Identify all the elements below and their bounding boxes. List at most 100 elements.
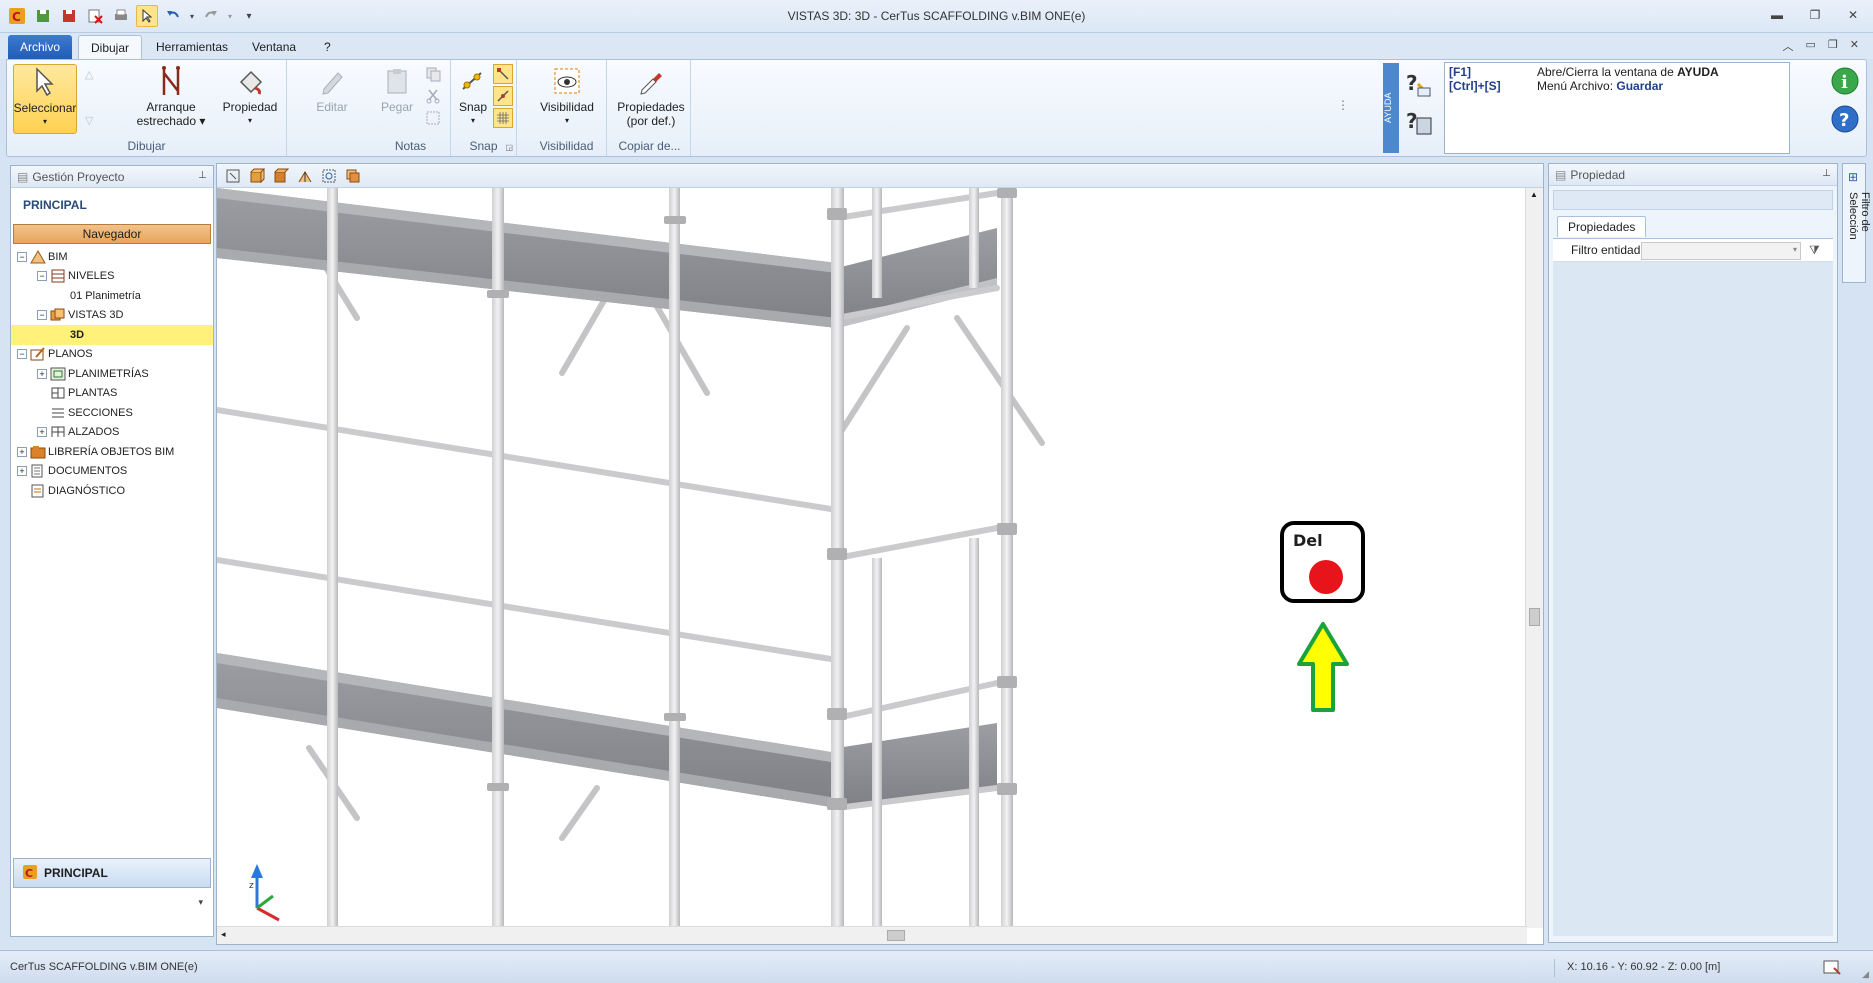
status-app-name: CerTus SCAFFOLDING v.BIM ONE(e): [10, 961, 198, 973]
resize-grip-icon[interactable]: ◢: [1862, 969, 1869, 980]
collapse-icon[interactable]: −: [17, 251, 27, 262]
pegar-button[interactable]: Pegar: [375, 64, 419, 114]
selection-filter-side-tab[interactable]: ⊞ Filtro de Selección: [1842, 163, 1871, 283]
view-fit-icon[interactable]: [223, 166, 243, 186]
expand-icon[interactable]: +: [17, 446, 27, 457]
principal-section-button[interactable]: C PRINCIPAL: [13, 858, 211, 888]
tree-item-documentos[interactable]: + DOCUMENTOS: [11, 462, 213, 482]
group-label-visibilidad: Visibilidad: [539, 139, 594, 153]
tab-archivo[interactable]: Archivo: [8, 35, 73, 59]
group-snap: Snap ▾ Snap ◲: [451, 60, 517, 156]
documents-icon: [30, 463, 46, 479]
entity-filter-select[interactable]: ▾: [1641, 242, 1801, 260]
snap-button[interactable]: Snap ▾: [455, 64, 491, 128]
ribbon-collapse-icon[interactable]: ︿: [1783, 38, 1794, 54]
library-icon: [30, 444, 46, 460]
title-bar: C ▾ ▾ ▾ VISTAS 3D: 3D - CerTus SCAFFOLDI…: [0, 0, 1873, 33]
group-label-copiar: Copiar de...: [618, 139, 681, 153]
mdi-close-icon[interactable]: ✕: [1850, 38, 1859, 54]
scroll-up-icon[interactable]: △: [85, 68, 93, 81]
svg-text:C: C: [25, 867, 33, 880]
view-section-icon[interactable]: [295, 166, 315, 186]
mdi-restore-icon[interactable]: ❐: [1828, 38, 1838, 54]
pin-icon[interactable]: ⊥: [198, 170, 207, 181]
edit-icon: [315, 64, 349, 98]
snap-dialog-launcher-icon[interactable]: ◲: [505, 143, 513, 152]
more-options-icon[interactable]: ▾: [198, 897, 203, 908]
tab-dibujar[interactable]: Dibujar: [78, 35, 143, 59]
seleccionar-button[interactable]: Seleccionar ▾: [13, 64, 77, 134]
arranque-estrechado-button[interactable]: Arranque estrechado ▾: [127, 64, 215, 128]
viewport-horizontal-scrollbar[interactable]: ◂: [217, 926, 1527, 944]
project-panel-icon: ▤: [17, 169, 29, 184]
collapse-icon[interactable]: −: [17, 349, 27, 360]
snap-midpoint-icon[interactable]: [493, 86, 513, 106]
eyedropper-icon: [634, 64, 668, 98]
propiedades-por-def-button[interactable]: Propiedades (por def.): [613, 64, 689, 128]
tree-item-vistas-3d[interactable]: − VISTAS 3D: [11, 306, 213, 326]
help-search-icon[interactable]: ?: [1404, 70, 1434, 100]
navigator-header[interactable]: Navegador: [13, 224, 211, 244]
scroll-up-arrow-icon[interactable]: ▲: [1530, 190, 1538, 199]
snap-grid-icon[interactable]: [493, 108, 513, 128]
tab-ventana[interactable]: Ventana: [240, 35, 308, 59]
visibilidad-button[interactable]: Visibilidad ▾: [533, 64, 601, 128]
help-docs-icon[interactable]: ?: [1404, 108, 1434, 138]
tab-help[interactable]: ?: [312, 35, 343, 59]
viewport-toolbar: [217, 164, 1543, 188]
tree-item-alzados[interactable]: + ALZADOS: [11, 423, 213, 443]
vertical-scroll-thumb[interactable]: [1529, 608, 1540, 626]
filter-icon[interactable]: ⧩: [1809, 243, 1820, 258]
copy-format-icon[interactable]: [423, 108, 443, 128]
tree-item-planimetrias[interactable]: + PLANIMETRÍAS: [11, 364, 213, 384]
propiedad-button[interactable]: Propiedad ▾: [217, 64, 283, 128]
expand-icon[interactable]: +: [37, 368, 47, 379]
view-layers-icon[interactable]: [343, 166, 363, 186]
scroll-left-arrow-icon[interactable]: ◂: [221, 929, 226, 940]
window-title: VISTAS 3D: 3D - CerTus SCAFFOLDING v.BIM…: [787, 9, 1086, 23]
status-settings-icon[interactable]: [1822, 958, 1842, 978]
collapse-icon[interactable]: −: [37, 271, 47, 282]
view-render-icon[interactable]: [271, 166, 291, 186]
ayuda-side-tab[interactable]: AYUDA: [1383, 63, 1399, 153]
view-zoom-window-icon[interactable]: [319, 166, 339, 186]
tab-propiedades[interactable]: Propiedades: [1557, 216, 1647, 237]
expand-icon[interactable]: +: [37, 427, 47, 438]
close-icon[interactable]: ✕: [1843, 6, 1863, 24]
project-manager-panel: ▤ Gestión Proyecto ⊥ PRINCIPAL Navegador…: [10, 165, 214, 937]
ribbon-grip-icon[interactable]: ⋮: [1337, 98, 1349, 112]
restore-icon[interactable]: ❐: [1805, 6, 1825, 24]
info-icon[interactable]: i: [1830, 66, 1860, 96]
tree-item-3d[interactable]: 3D: [11, 325, 213, 345]
tree-item-plantas[interactable]: PLANTAS: [11, 384, 213, 404]
view-solid-icon[interactable]: [247, 166, 267, 186]
editar-button[interactable]: Editar: [301, 64, 363, 114]
scaffold-start-icon: [154, 64, 188, 98]
pin-icon[interactable]: ⊥: [1822, 168, 1831, 179]
tree-item-planimetria[interactable]: 01 Planimetría: [11, 286, 213, 306]
viewport-vertical-scrollbar[interactable]: ▲: [1525, 188, 1543, 928]
collapse-icon[interactable]: −: [37, 310, 47, 321]
cut-icon[interactable]: [423, 86, 443, 106]
tree-item-libreria[interactable]: + LIBRERÍA OBJETOS BIM: [11, 442, 213, 462]
help-question-icon[interactable]: ?: [1830, 104, 1860, 134]
tree-item-secciones[interactable]: SECCIONES: [11, 403, 213, 423]
planimetry-icon: [50, 366, 66, 382]
entity-filter-row: Filtro entidad ▾ ⧩: [1553, 238, 1833, 262]
minimize-icon[interactable]: ▬: [1767, 6, 1787, 24]
property-panel-icon: ▤: [1555, 167, 1567, 182]
expand-icon[interactable]: +: [17, 466, 27, 477]
tree-item-niveles[interactable]: − NIVELES: [11, 267, 213, 287]
horizontal-scroll-thumb[interactable]: [887, 930, 905, 941]
tree-item-diagnostico[interactable]: DIAGNÓSTICO: [11, 481, 213, 501]
scroll-down-icon[interactable]: ▽: [85, 114, 93, 127]
copy-icon[interactable]: [423, 64, 443, 84]
mdi-minimize-icon[interactable]: ▭: [1806, 38, 1816, 54]
snap-endpoint-icon[interactable]: [493, 64, 513, 84]
svg-text:?: ?: [1406, 109, 1418, 133]
tree-item-bim[interactable]: − BIM: [11, 247, 213, 267]
principal-logo-icon: C: [22, 864, 38, 883]
tab-herramientas[interactable]: Herramientas: [144, 35, 240, 59]
tree-item-planos[interactable]: − PLANOS: [11, 345, 213, 365]
elevation-icon: [50, 424, 66, 440]
